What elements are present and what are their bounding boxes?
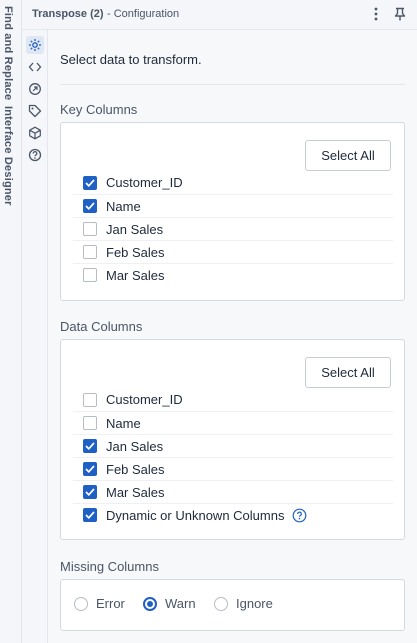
- data-column-row[interactable]: Name: [73, 411, 393, 434]
- pin-icon[interactable]: [392, 6, 408, 22]
- divider: [60, 84, 405, 85]
- key-column-label: Mar Sales: [106, 267, 165, 283]
- checkbox-unchecked[interactable]: [83, 222, 97, 236]
- key-column-row[interactable]: Name: [73, 194, 393, 217]
- key-columns-select-all-button[interactable]: Select All: [305, 140, 391, 171]
- key-column-label: Name: [106, 198, 141, 214]
- key-columns-card: Select All Customer_ID Name Jan Sales Fe…: [60, 122, 405, 301]
- checkbox-checked[interactable]: [83, 485, 97, 499]
- configuration-toolbar: [22, 30, 48, 643]
- data-columns-select-all-button[interactable]: Select All: [305, 357, 391, 388]
- key-column-label: Jan Sales: [106, 221, 164, 237]
- data-column-label: Mar Sales: [106, 484, 165, 500]
- radio-label: Ignore: [236, 596, 273, 611]
- key-column-row[interactable]: Jan Sales: [73, 217, 393, 240]
- tab-find-and-replace[interactable]: Find and Replace: [2, 6, 14, 100]
- data-column-label: Feb Sales: [106, 461, 165, 477]
- data-columns-title: Data Columns: [60, 319, 143, 334]
- checkbox-unchecked[interactable]: [83, 416, 97, 430]
- radio-label: Warn: [165, 596, 196, 611]
- key-columns-title: Key Columns: [60, 102, 138, 117]
- question-mark-icon[interactable]: [292, 508, 307, 523]
- code-icon[interactable]: [26, 58, 44, 76]
- key-column-row[interactable]: Customer_ID: [73, 171, 393, 194]
- tab-interface-designer[interactable]: Interface Designer: [2, 106, 14, 206]
- key-column-label: Feb Sales: [106, 244, 165, 260]
- data-column-row[interactable]: Jan Sales: [73, 434, 393, 457]
- target-icon[interactable]: [26, 80, 44, 98]
- data-column-row[interactable]: Dynamic or Unknown Columns: [73, 503, 393, 526]
- configuration-content: Select data to transform. Key Columns Se…: [48, 30, 417, 643]
- panel-subtitle: - Configuration: [107, 8, 180, 20]
- checkbox-checked[interactable]: [83, 508, 97, 522]
- data-column-label: Dynamic or Unknown Columns: [106, 507, 285, 523]
- intro-text: Select data to transform.: [60, 52, 202, 67]
- missing-columns-card: Error Warn Ignore: [60, 579, 405, 631]
- checkbox-checked[interactable]: [83, 462, 97, 476]
- data-columns-card: Select All Customer_ID Name Jan Sales Fe…: [60, 339, 405, 540]
- key-column-row[interactable]: Mar Sales: [73, 263, 393, 286]
- radio-error[interactable]: Error: [74, 596, 125, 611]
- radio-warn[interactable]: Warn: [143, 596, 196, 611]
- data-column-row[interactable]: Mar Sales: [73, 480, 393, 503]
- radio-selected[interactable]: [143, 596, 157, 611]
- radio-unselected[interactable]: [74, 596, 88, 611]
- help-icon[interactable]: [26, 146, 44, 164]
- data-column-label: Name: [106, 415, 141, 431]
- panel-title: Transpose (2): [32, 8, 104, 20]
- data-column-label: Customer_ID: [106, 392, 183, 407]
- tag-icon[interactable]: [26, 102, 44, 120]
- panel-header: Transpose (2) - Configuration: [22, 0, 417, 30]
- data-column-label: Jan Sales: [106, 438, 164, 454]
- radio-label: Error: [96, 596, 125, 611]
- checkbox-checked[interactable]: [83, 199, 97, 213]
- data-column-row[interactable]: Customer_ID: [73, 388, 393, 411]
- gear-icon[interactable]: [26, 36, 44, 54]
- key-column-label: Customer_ID: [106, 175, 183, 190]
- checkbox-unchecked[interactable]: [83, 268, 97, 282]
- checkbox-unchecked[interactable]: [83, 392, 97, 407]
- checkbox-unchecked[interactable]: [83, 245, 97, 259]
- cube-icon[interactable]: [26, 124, 44, 142]
- data-column-row[interactable]: Feb Sales: [73, 457, 393, 480]
- radio-ignore[interactable]: Ignore: [214, 596, 273, 611]
- key-column-row[interactable]: Feb Sales: [73, 240, 393, 263]
- side-tab-rail: Find and Replace Interface Designer: [0, 0, 22, 643]
- radio-unselected[interactable]: [214, 596, 228, 611]
- checkbox-checked[interactable]: [83, 175, 97, 190]
- more-options-icon[interactable]: [368, 6, 384, 22]
- checkbox-checked[interactable]: [83, 439, 97, 453]
- missing-columns-title: Missing Columns: [60, 559, 159, 574]
